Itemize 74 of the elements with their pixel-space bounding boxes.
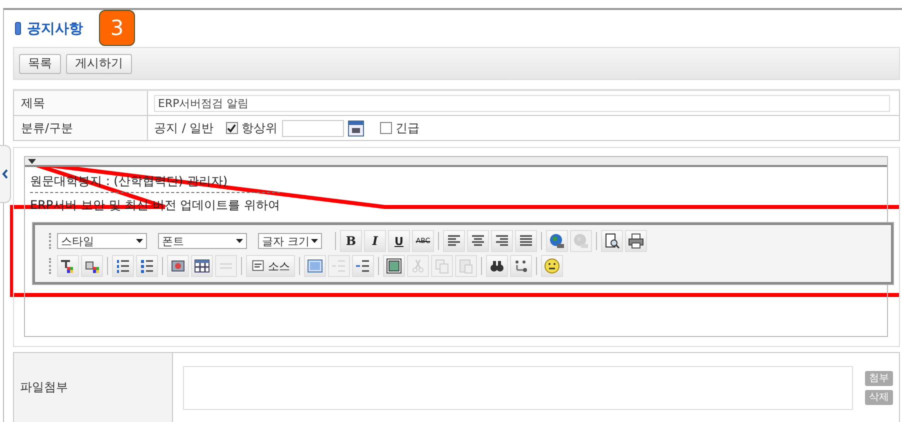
toolbar-dropdown[interactable]: 글자 크기 <box>258 233 322 249</box>
underline-button[interactable]: U <box>388 230 410 252</box>
align-right-button[interactable] <box>491 230 513 252</box>
preview-button[interactable] <box>601 230 623 252</box>
text-color-button[interactable] <box>57 255 79 277</box>
image-icon <box>170 258 186 274</box>
toolbar-dropdown[interactable]: 스타일 <box>57 233 147 249</box>
align-justify-button[interactable] <box>515 230 537 252</box>
globe-icon <box>549 233 565 249</box>
field-label: 분류/구분 <box>14 116 148 140</box>
step-badge: 3 <box>99 10 135 46</box>
numbered-list-icon <box>115 258 131 274</box>
frame-icon <box>307 258 323 274</box>
replace-icon <box>513 258 529 274</box>
table-icon <box>194 258 210 274</box>
grip-handle[interactable] <box>49 258 53 274</box>
document-icon <box>251 259 265 273</box>
collapse-arrow-icon[interactable] <box>28 158 36 164</box>
printer-icon <box>628 233 644 249</box>
toolbar-dropdown[interactable]: 폰트 <box>158 233 247 249</box>
bold-button[interactable]: B <box>340 230 362 252</box>
globe-icon <box>573 233 589 249</box>
select-all-icon <box>386 258 402 274</box>
list-button[interactable]: 목록 <box>19 54 61 74</box>
collapse-tab[interactable] <box>0 145 11 203</box>
globe-button[interactable] <box>546 230 568 252</box>
grip-handle[interactable] <box>49 233 53 249</box>
smiley-icon <box>544 258 560 274</box>
align-left-button[interactable] <box>443 230 465 252</box>
paint-bucket-button[interactable] <box>81 255 103 277</box>
bullet-icon <box>15 22 21 35</box>
indent-icon <box>355 258 371 274</box>
replace-button[interactable] <box>510 255 532 277</box>
field-label: 파일첨부 <box>14 353 173 422</box>
printer-button[interactable] <box>625 230 647 252</box>
preview-icon <box>604 233 620 249</box>
chevron-left-icon <box>2 169 8 179</box>
dropdown-arrow-icon <box>136 239 143 243</box>
align-right-icon <box>494 233 510 249</box>
indent-button[interactable] <box>352 255 374 277</box>
italic-button[interactable]: I <box>364 230 386 252</box>
urgent-checkbox[interactable] <box>380 122 392 134</box>
post-button[interactable]: 게시하기 <box>66 54 132 74</box>
clipboard-icon <box>458 258 474 274</box>
category-text: 공지 / 일반 <box>154 120 214 136</box>
frame-button[interactable] <box>304 255 326 277</box>
date-field[interactable] <box>282 120 344 136</box>
pin-checkbox[interactable] <box>226 122 238 134</box>
align-center-button[interactable] <box>467 230 489 252</box>
copy-icon <box>434 258 450 274</box>
align-justify-icon <box>518 233 534 249</box>
calendar-icon[interactable] <box>348 119 364 137</box>
field-label: 제목 <box>14 91 148 115</box>
source-button[interactable]: 소스 <box>246 255 295 277</box>
outdent-icon <box>331 258 347 274</box>
text-color-icon <box>60 258 76 274</box>
align-center-icon <box>470 233 486 249</box>
checkbox-label: 긴급 <box>396 120 420 136</box>
binoculars-icon <box>489 258 505 274</box>
page-title: 공지사항 <box>27 20 83 38</box>
smiley-button[interactable] <box>541 255 563 277</box>
binoculars-button[interactable] <box>486 255 508 277</box>
bullet-list-button[interactable] <box>136 255 158 277</box>
bullet-list-icon <box>139 258 155 274</box>
table-button[interactable] <box>191 255 213 277</box>
subject-field[interactable]: ERP서버점검 알림 <box>154 94 890 112</box>
checkbox-label: 항상위 <box>242 120 278 136</box>
select-all-button[interactable] <box>383 255 405 277</box>
numbered-list-button[interactable] <box>112 255 134 277</box>
scissors-icon <box>410 258 426 274</box>
align-left-icon <box>446 233 462 249</box>
dropdown-arrow-icon <box>311 239 318 243</box>
dropdown-arrow-icon <box>236 239 243 243</box>
image-button[interactable] <box>167 255 189 277</box>
